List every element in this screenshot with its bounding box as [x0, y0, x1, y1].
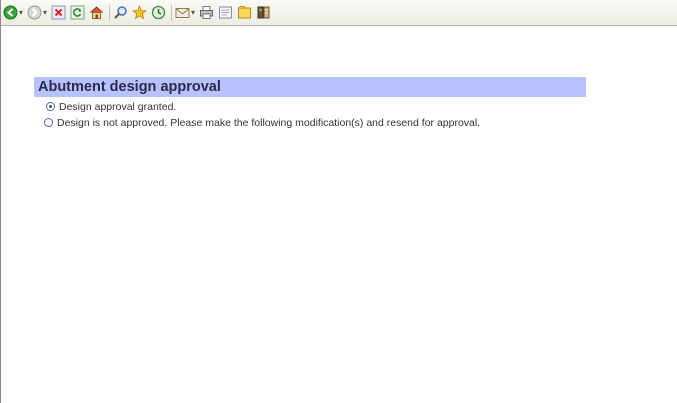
mail-dropdown-icon[interactable]: ▾ [191, 8, 195, 17]
favorites-button[interactable] [132, 4, 148, 22]
history-button[interactable] [151, 4, 166, 22]
refresh-icon [70, 5, 85, 20]
approval-granted-option[interactable]: Design approval granted. [34, 100, 586, 114]
browser-window: ▾ ▾ ▾ Abutment design approval Design ap… [0, 0, 677, 403]
approval-granted-radio[interactable] [46, 102, 55, 111]
not-approved-radio[interactable] [44, 118, 53, 127]
mail-button[interactable]: ▾ [175, 4, 195, 22]
mail-icon [175, 8, 190, 18]
stop-button[interactable] [51, 4, 66, 22]
research-icon [257, 6, 270, 19]
print-button[interactable] [199, 4, 214, 22]
not-approved-option[interactable]: Design is not approved. Please make the … [34, 116, 549, 130]
edit-button[interactable] [218, 4, 233, 22]
back-dropdown-icon[interactable]: ▾ [19, 8, 23, 17]
toolbar-separator [171, 4, 173, 21]
not-approved-label: Design is not approved. Please make the … [57, 117, 481, 129]
forward-icon [27, 5, 42, 20]
discuss-button[interactable] [237, 4, 252, 22]
favorites-icon [132, 5, 148, 20]
browser-toolbar: ▾ ▾ ▾ [1, 0, 677, 26]
home-icon [90, 6, 103, 19]
research-button[interactable] [256, 4, 271, 22]
stop-icon [51, 5, 66, 20]
home-button[interactable] [89, 4, 104, 22]
search-button[interactable] [113, 4, 128, 22]
print-icon [200, 6, 214, 19]
forward-button[interactable]: ▾ [27, 4, 47, 22]
history-icon [151, 5, 166, 20]
section-title: Abutment design approval [34, 77, 586, 97]
back-icon [3, 5, 18, 20]
search-icon [114, 6, 127, 19]
toolbar-separator [109, 4, 111, 21]
forward-dropdown-icon[interactable]: ▾ [43, 8, 47, 17]
edit-icon [219, 6, 233, 19]
refresh-button[interactable] [70, 4, 85, 22]
approval-section: Abutment design approval Design approval… [34, 77, 586, 130]
approval-granted-label: Design approval granted. [59, 101, 177, 113]
back-button[interactable]: ▾ [3, 4, 23, 22]
discuss-icon [238, 6, 252, 19]
